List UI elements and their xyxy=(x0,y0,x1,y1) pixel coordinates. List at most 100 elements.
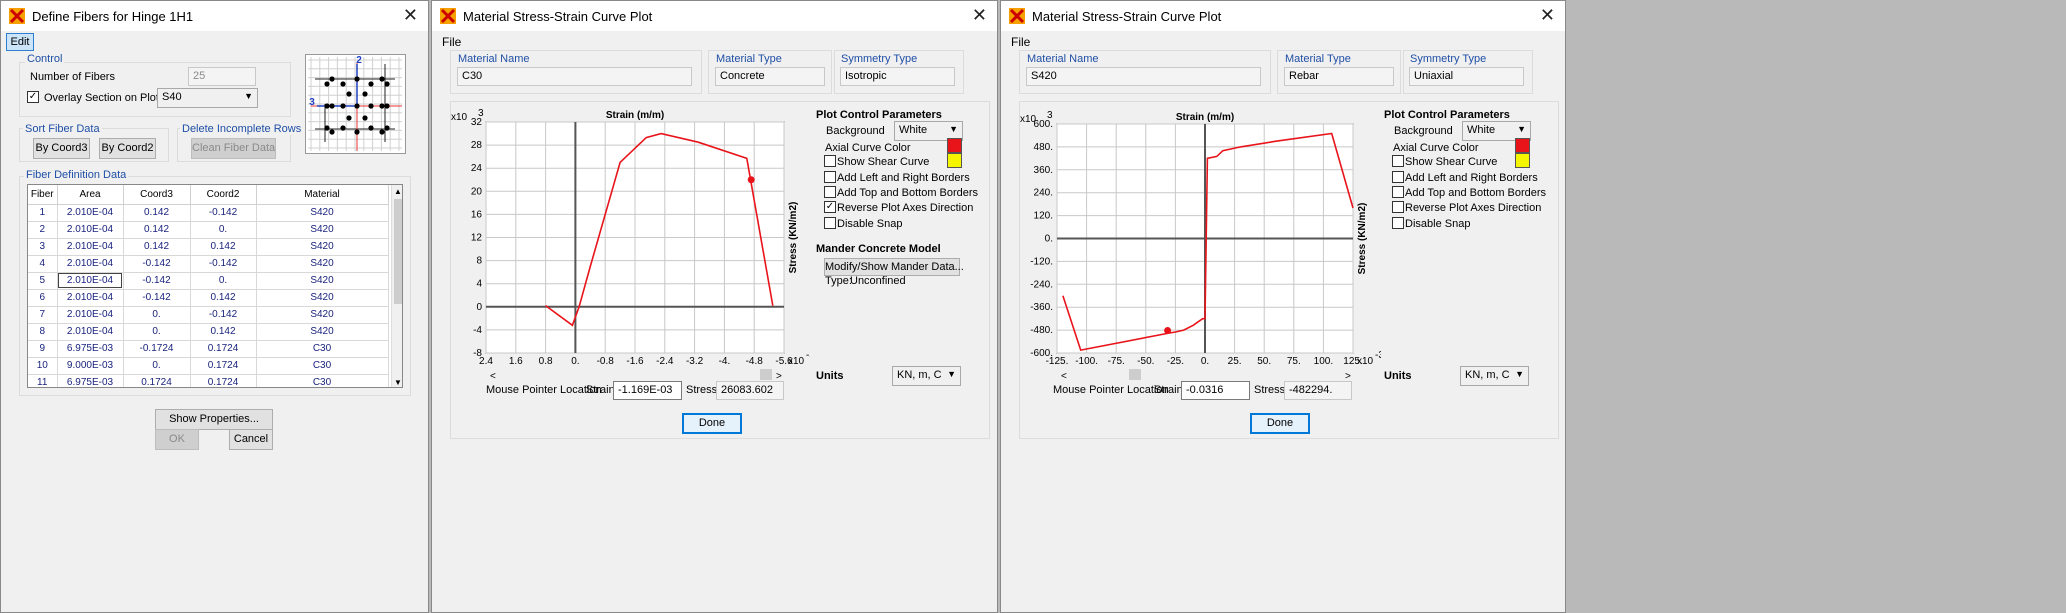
table-cell[interactable]: S420 xyxy=(256,238,389,256)
table-cell[interactable]: 0. xyxy=(190,272,257,290)
overlay-section-checkbox[interactable]: ✓ xyxy=(27,91,39,103)
table-cell[interactable]: 2.010E-04 xyxy=(57,255,124,273)
table-cell[interactable]: 0.1724 xyxy=(123,374,191,387)
table-row[interactable]: 3 2.010E-04 0.142 0.142 S420 xyxy=(28,238,389,256)
table-cell[interactable]: 2.010E-04 xyxy=(57,238,124,256)
table-cell[interactable]: 0.1724 xyxy=(190,357,257,375)
table-cell[interactable]: S420 xyxy=(256,255,389,273)
disable-snap-checkbox[interactable] xyxy=(1392,217,1404,229)
table-cell[interactable]: 0.142 xyxy=(123,204,191,222)
fiber-table[interactable]: Fiber Area Coord3 Coord2 Material 1 2.010E-04… xyxy=(28,185,389,387)
cancel-button[interactable]: Cancel xyxy=(229,429,273,450)
table-cell[interactable]: -0.142 xyxy=(123,255,191,273)
close-icon[interactable]: ✕ xyxy=(1540,6,1555,24)
table-cell[interactable]: 6 xyxy=(28,289,58,307)
table-cell[interactable]: -0.1724 xyxy=(123,340,191,358)
left-right-borders-checkbox[interactable] xyxy=(824,171,836,183)
table-cell[interactable]: 6.975E-03 xyxy=(57,374,124,387)
close-icon[interactable]: ✕ xyxy=(972,6,987,24)
table-cell[interactable]: 2.010E-04 xyxy=(57,221,124,239)
table-cell[interactable]: 10 xyxy=(28,357,58,375)
table-cell[interactable]: S420 xyxy=(256,221,389,239)
table-cell[interactable]: 9 xyxy=(28,340,58,358)
overlay-section-select[interactable]: S40 ▼ xyxy=(157,88,258,108)
axial-color-swatch[interactable] xyxy=(947,138,962,153)
table-cell[interactable]: 0.142 xyxy=(123,238,191,256)
table-cell[interactable]: S420 xyxy=(256,204,389,222)
top-bottom-borders-checkbox[interactable] xyxy=(1392,186,1404,198)
clean-fiber-data-button[interactable]: Clean Fiber Data xyxy=(191,138,276,159)
ok-button[interactable]: OK xyxy=(155,429,199,450)
show-shear-checkbox[interactable] xyxy=(824,155,836,167)
left-right-borders-checkbox[interactable] xyxy=(1392,171,1404,183)
table-cell[interactable]: 2.010E-04 xyxy=(57,289,124,307)
strain-field[interactable]: -0.0316 xyxy=(1181,381,1250,400)
table-row[interactable]: 4 2.010E-04 -0.142 -0.142 S420 xyxy=(28,255,389,273)
table-cell[interactable]: 4 xyxy=(28,255,58,273)
units-select[interactable]: KN, m, C ▼ xyxy=(892,366,961,386)
mander-data-button[interactable]: Modify/Show Mander Data... xyxy=(824,258,964,276)
done-button[interactable]: Done xyxy=(1250,413,1310,434)
table-cell[interactable]: -0.142 xyxy=(190,204,257,222)
table-row[interactable]: 5 2.010E-04 -0.142 0. S420 xyxy=(28,272,389,290)
table-cell[interactable]: 0.142 xyxy=(123,221,191,239)
scroll-left-icon[interactable]: < xyxy=(1061,371,1067,382)
pointer-marker[interactable] xyxy=(1164,326,1172,334)
table-cell[interactable]: 0. xyxy=(190,221,257,239)
table-row[interactable]: 11 6.975E-03 0.1724 0.1724 C30 xyxy=(28,374,389,387)
file-menu[interactable]: File xyxy=(442,35,461,49)
stress-strain-chart[interactable]: 2.4 1.6 0.8 0. -0.8 -1.6 -2.4 -3.2 -4. -4.8 -5.632… xyxy=(450,104,810,394)
horizontal-scroll-thumb[interactable] xyxy=(760,369,772,380)
table-cell[interactable]: -0.142 xyxy=(123,289,191,307)
table-cell[interactable]: C30 xyxy=(256,340,389,358)
units-select[interactable]: KN, m, C ▼ xyxy=(1460,366,1529,386)
table-cell[interactable]: S420 xyxy=(256,289,389,307)
horizontal-scroll-thumb[interactable] xyxy=(1129,369,1141,380)
table-cell[interactable]: 8 xyxy=(28,323,58,341)
table-cell[interactable]: 2 xyxy=(28,221,58,239)
table-cell[interactable]: 2.010E-04 xyxy=(57,272,124,290)
table-cell[interactable]: -0.142 xyxy=(190,306,257,324)
strain-field[interactable]: -1.169E-03 xyxy=(613,381,682,400)
reverse-axes-checkbox[interactable] xyxy=(1392,201,1404,213)
table-row[interactable]: 2 2.010E-04 0.142 0. S420 xyxy=(28,221,389,239)
table-cell[interactable]: S420 xyxy=(256,272,389,290)
table-cell[interactable]: S420 xyxy=(256,323,389,341)
table-cell[interactable]: 0. xyxy=(123,323,191,341)
table-cell[interactable]: 0.142 xyxy=(190,323,257,341)
table-row[interactable]: 1 2.010E-04 0.142 -0.142 S420 xyxy=(28,204,389,222)
axial-color-swatch[interactable] xyxy=(1515,138,1530,153)
pointer-marker[interactable] xyxy=(747,176,755,184)
table-cell[interactable]: 7 xyxy=(28,306,58,324)
reverse-axes-checkbox[interactable]: ✓ xyxy=(824,201,836,213)
table-cell[interactable]: -0.142 xyxy=(190,255,257,273)
table-scrollbar[interactable]: ▲ ▼ xyxy=(391,185,402,387)
table-cell[interactable]: 11 xyxy=(28,374,58,387)
table-row[interactable]: 7 2.010E-04 0. -0.142 S420 xyxy=(28,306,389,324)
table-cell[interactable]: 5 xyxy=(28,272,58,290)
file-menu[interactable]: File xyxy=(1011,35,1030,49)
top-bottom-borders-checkbox[interactable] xyxy=(824,186,836,198)
shear-color-swatch[interactable] xyxy=(1515,153,1530,168)
table-cell[interactable]: 0.142 xyxy=(190,289,257,307)
table-cell[interactable]: 0.142 xyxy=(190,238,257,256)
table-cell[interactable]: 6.975E-03 xyxy=(57,340,124,358)
table-cell[interactable]: 2.010E-04 xyxy=(57,306,124,324)
table-cell[interactable]: S420 xyxy=(256,306,389,324)
scroll-left-icon[interactable]: < xyxy=(490,371,496,382)
edit-menu[interactable]: Edit xyxy=(6,33,34,51)
show-properties-button[interactable]: Show Properties... xyxy=(155,409,273,430)
table-cell[interactable]: 3 xyxy=(28,238,58,256)
close-icon[interactable]: ✕ xyxy=(403,6,418,24)
table-row[interactable]: 9 6.975E-03 -0.1724 0.1724 C30 xyxy=(28,340,389,358)
table-cell[interactable]: 0.1724 xyxy=(190,374,257,387)
table-row[interactable]: 8 2.010E-04 0. 0.142 S420 xyxy=(28,323,389,341)
table-cell[interactable]: 1 xyxy=(28,204,58,222)
table-cell[interactable]: 0. xyxy=(123,306,191,324)
by-coord2-button[interactable]: By Coord2 xyxy=(99,138,156,159)
by-coord3-button[interactable]: By Coord3 xyxy=(33,138,90,159)
shear-color-swatch[interactable] xyxy=(947,153,962,168)
show-shear-checkbox[interactable] xyxy=(1392,155,1404,167)
table-cell[interactable]: 9.000E-03 xyxy=(57,357,124,375)
table-cell[interactable]: C30 xyxy=(256,374,389,387)
